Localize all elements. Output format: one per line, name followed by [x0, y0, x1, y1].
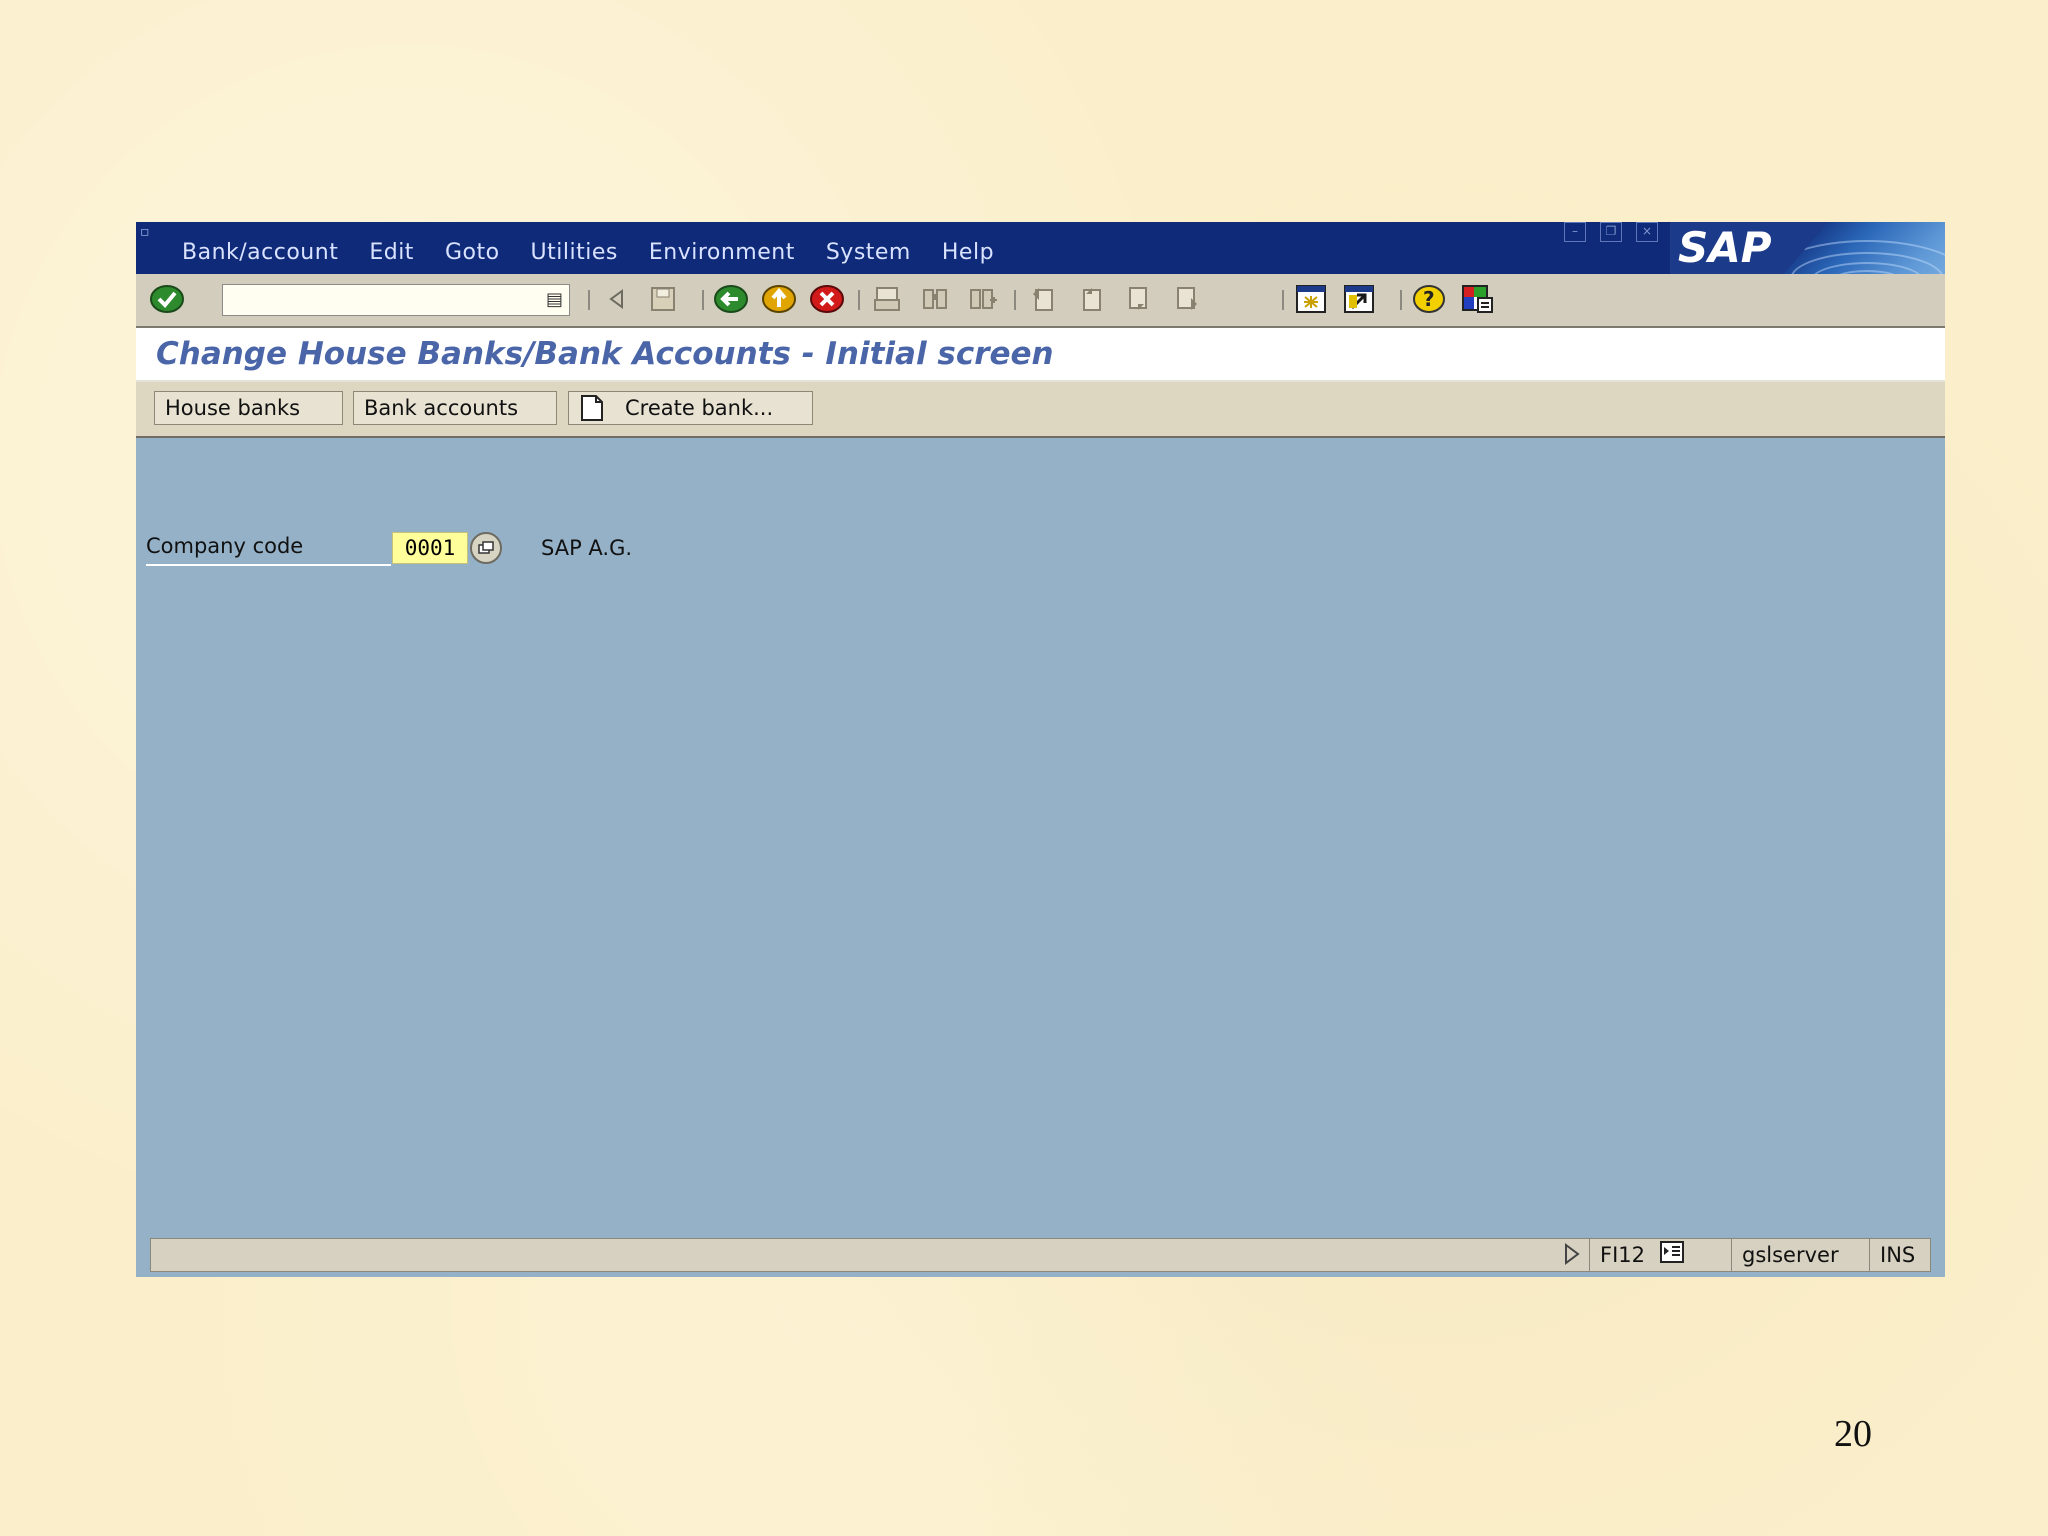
status-bar: FI12 gslserver INS [150, 1238, 1931, 1272]
menu-bank-account[interactable]: Bank/account [182, 240, 338, 265]
screen-content: Company code 0001 SAP A.G. [136, 438, 1945, 1238]
next-page-icon[interactable] [1122, 282, 1156, 316]
save-icon[interactable] [646, 282, 680, 316]
create-session-icon[interactable] [1294, 282, 1328, 316]
application-toolbar: House banks Bank accounts Create bank... [136, 382, 1945, 438]
help-icon[interactable]: ? [1412, 282, 1446, 316]
menu-help[interactable]: Help [942, 240, 994, 265]
matchcode-icon[interactable] [470, 532, 502, 564]
close-icon[interactable]: × [1636, 222, 1658, 242]
menu-edit[interactable]: Edit [369, 240, 414, 265]
title-bar: Change House Banks/Bank Accounts - Initi… [136, 328, 1945, 382]
create-bank-label: Create bank... [625, 396, 774, 420]
maximize-icon[interactable]: ❐ [1600, 222, 1622, 242]
menu-system[interactable]: System [826, 240, 911, 265]
command-field[interactable]: ▤ [222, 284, 570, 316]
exit-icon[interactable] [762, 282, 796, 316]
shortcut-icon[interactable] [1342, 282, 1376, 316]
company-name-text: SAP A.G. [541, 536, 633, 560]
customize-layout-icon[interactable] [1460, 282, 1494, 316]
sap-window: ▫ Bank/account Edit Goto Utilities Envir… [136, 222, 1945, 1277]
menu-items: Bank/account Edit Goto Utilities Environ… [182, 240, 994, 265]
status-expand-icon[interactable] [1563, 1243, 1581, 1269]
company-code-input[interactable]: 0001 [392, 532, 468, 564]
menu-environment[interactable]: Environment [649, 240, 795, 265]
company-code-label: Company code [146, 534, 391, 566]
status-transaction: FI12 [1589, 1239, 1728, 1271]
transaction-code: FI12 [1600, 1243, 1645, 1267]
house-banks-label: House banks [165, 396, 301, 420]
slide-number: 20 [1834, 1413, 1872, 1455]
back-nav-icon[interactable] [600, 282, 634, 316]
menu-utilities[interactable]: Utilities [531, 240, 618, 265]
menu-goto[interactable]: Goto [445, 240, 500, 265]
enter-icon[interactable] [150, 282, 184, 316]
create-document-icon [579, 394, 605, 422]
command-history-icon[interactable]: ▤ [546, 289, 563, 310]
system-menu-icon[interactable]: ▫ [140, 224, 150, 240]
cancel-icon[interactable] [810, 282, 844, 316]
bank-accounts-label: Bank accounts [364, 396, 519, 420]
command-input[interactable] [223, 285, 531, 315]
status-mode: INS [1869, 1239, 1932, 1271]
print-icon[interactable] [870, 282, 904, 316]
status-server: gslserver [1731, 1239, 1850, 1271]
page-title: Change House Banks/Bank Accounts - Initi… [156, 336, 1054, 372]
last-page-icon[interactable] [1170, 282, 1204, 316]
back-icon[interactable] [714, 282, 748, 316]
find-next-icon[interactable] [966, 282, 1000, 316]
find-icon[interactable] [918, 282, 952, 316]
svg-text:?: ? [1423, 287, 1435, 311]
window-controls: – ❐ × [1564, 222, 1658, 242]
bank-accounts-button[interactable]: Bank accounts [353, 391, 557, 425]
minimize-icon[interactable]: – [1564, 222, 1586, 242]
standard-toolbar: ▤ ? [136, 274, 1945, 328]
previous-page-icon[interactable] [1074, 282, 1108, 316]
house-banks-button[interactable]: House banks [154, 391, 343, 425]
session-info-icon[interactable] [1659, 1240, 1684, 1272]
first-page-icon[interactable] [1026, 282, 1060, 316]
create-bank-button[interactable]: Create bank... [568, 391, 813, 425]
